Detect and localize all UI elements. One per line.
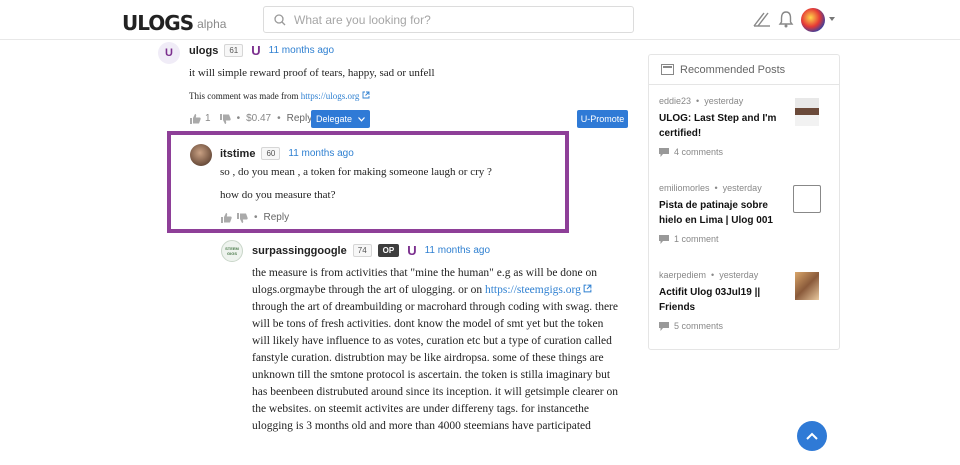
logo-text: ULOGS xyxy=(122,11,194,35)
recommended-posts-panel: Recommended Posts eddie23 • yesterday UL… xyxy=(648,54,840,350)
comment-icon xyxy=(659,321,669,331)
comment-time[interactable]: 11 months ago xyxy=(425,245,490,256)
post-title[interactable]: Pista de patinaje sobre hielo en Lima | … xyxy=(659,198,789,228)
avatar[interactable] xyxy=(190,144,212,166)
panel-title: Recommended Posts xyxy=(680,63,786,76)
recommended-post[interactable]: kaerpediem • yesterday Actifit Ulog 03Ju… xyxy=(659,270,831,331)
thumbs-down-icon[interactable] xyxy=(219,113,231,124)
post-title[interactable]: ULOG: Last Step and I'm certified! xyxy=(659,111,789,141)
write-post-icon[interactable] xyxy=(752,10,772,28)
image-icon xyxy=(661,64,674,75)
reputation-badge: 74 xyxy=(352,244,372,257)
post-comments[interactable]: 4 comments xyxy=(659,147,831,157)
comment-icon xyxy=(659,234,669,244)
avatar[interactable]: U xyxy=(158,42,180,64)
delegate-label: Delegate xyxy=(315,114,353,124)
ulogs-link[interactable]: https://ulogs.org xyxy=(301,91,360,101)
post-comments[interactable]: 1 comment xyxy=(659,234,831,244)
chevron-down-icon xyxy=(358,116,365,122)
post-author[interactable]: emiliomorles xyxy=(659,183,710,193)
ulogs-icon: U xyxy=(407,243,417,258)
post-time: yesterday xyxy=(704,96,744,106)
search-input[interactable] xyxy=(294,12,614,27)
comment-author[interactable]: surpassinggoogle xyxy=(252,245,347,257)
comment-body: it will simple reward proof of tears, ha… xyxy=(189,67,435,79)
avatar[interactable]: STEEM GIGS xyxy=(221,240,243,262)
ulogs-logo[interactable]: ULOGS alpha xyxy=(122,11,226,35)
reply-link[interactable]: Reply xyxy=(264,212,290,223)
post-author[interactable]: kaerpediem xyxy=(659,270,706,280)
recommended-post[interactable]: eddie23 • yesterday ULOG: Last Step and … xyxy=(659,96,831,157)
top-navbar: ULOGS alpha xyxy=(0,0,960,40)
comment-count: 4 comments xyxy=(674,147,724,157)
bell-icon[interactable] xyxy=(778,10,794,28)
user-avatar[interactable] xyxy=(801,8,825,32)
thumbs-down-icon[interactable] xyxy=(236,212,248,223)
comment-time[interactable]: 11 months ago xyxy=(269,45,334,56)
reputation-badge: 61 xyxy=(224,44,244,57)
external-link-icon xyxy=(583,284,592,293)
steemgigs-link[interactable]: https://steemgigs.org xyxy=(485,284,581,296)
steemgigs-avatar-text: STEEM GIGS xyxy=(225,246,239,256)
reputation-badge: 60 xyxy=(261,147,281,160)
made-from-prefix: This comment was made from xyxy=(189,91,299,101)
comment-count: 5 comments xyxy=(674,321,724,331)
thumbs-up-icon[interactable] xyxy=(189,113,201,124)
comment-author[interactable]: itstime xyxy=(220,148,255,160)
comment-author[interactable]: ulogs xyxy=(189,45,218,57)
post-thumbnail[interactable] xyxy=(795,272,819,300)
comment-body-line: how do you measure that? xyxy=(220,189,336,201)
payout-value[interactable]: $0.47 xyxy=(246,113,271,124)
comment-header: itstime 60 11 months ago xyxy=(220,147,354,160)
delegate-button[interactable]: Delegate xyxy=(311,110,370,128)
external-link-icon xyxy=(362,91,370,99)
comment-time[interactable]: 11 months ago xyxy=(288,148,353,159)
scroll-to-top-button[interactable] xyxy=(797,421,827,451)
vote-count[interactable]: 1 xyxy=(205,113,211,124)
ulogs-avatar-mark: U xyxy=(165,47,173,59)
comment-header: surpassinggoogle 74 OP U 11 months ago xyxy=(252,243,490,258)
comment-count: 1 comment xyxy=(674,234,719,244)
comment-paragraph: through the art of dreambuilding or macr… xyxy=(252,301,618,432)
post-thumbnail[interactable] xyxy=(793,185,821,213)
ulogs-icon: U xyxy=(251,43,261,58)
post-comments[interactable]: 5 comments xyxy=(659,321,831,331)
post-author[interactable]: eddie23 xyxy=(659,96,691,106)
post-time: yesterday xyxy=(719,270,759,280)
panel-header: Recommended Posts xyxy=(649,55,839,85)
op-badge: OP xyxy=(377,244,400,257)
search-box[interactable] xyxy=(263,6,634,33)
comment-body: the measure is from activities that "min… xyxy=(252,265,624,435)
post-title[interactable]: Actifit Ulog 03Jul19 || Friends xyxy=(659,285,789,315)
reply-link[interactable]: Reply xyxy=(287,113,313,124)
made-from-note: This comment was made from https://ulogs… xyxy=(189,91,370,101)
post-thumbnail[interactable] xyxy=(795,98,819,126)
logo-alpha-tag: alpha xyxy=(197,17,227,31)
comment-actions: 1 • $0.47 • Reply xyxy=(189,113,312,124)
thumbs-up-icon[interactable] xyxy=(220,212,232,223)
post-time: yesterday xyxy=(722,183,762,193)
comment-actions: • Reply xyxy=(220,212,289,223)
upromote-button[interactable]: U-Promote xyxy=(577,110,628,128)
comment-body-line: so , do you mean , a token for making so… xyxy=(220,166,492,178)
comment-header: ulogs 61 U 11 months ago xyxy=(189,43,334,58)
chevron-down-icon[interactable] xyxy=(829,17,835,21)
search-icon xyxy=(274,13,286,25)
chevron-up-icon xyxy=(806,432,818,440)
comment-icon xyxy=(659,147,669,157)
recommended-post[interactable]: emiliomorles • yesterday Pista de patina… xyxy=(659,183,831,244)
